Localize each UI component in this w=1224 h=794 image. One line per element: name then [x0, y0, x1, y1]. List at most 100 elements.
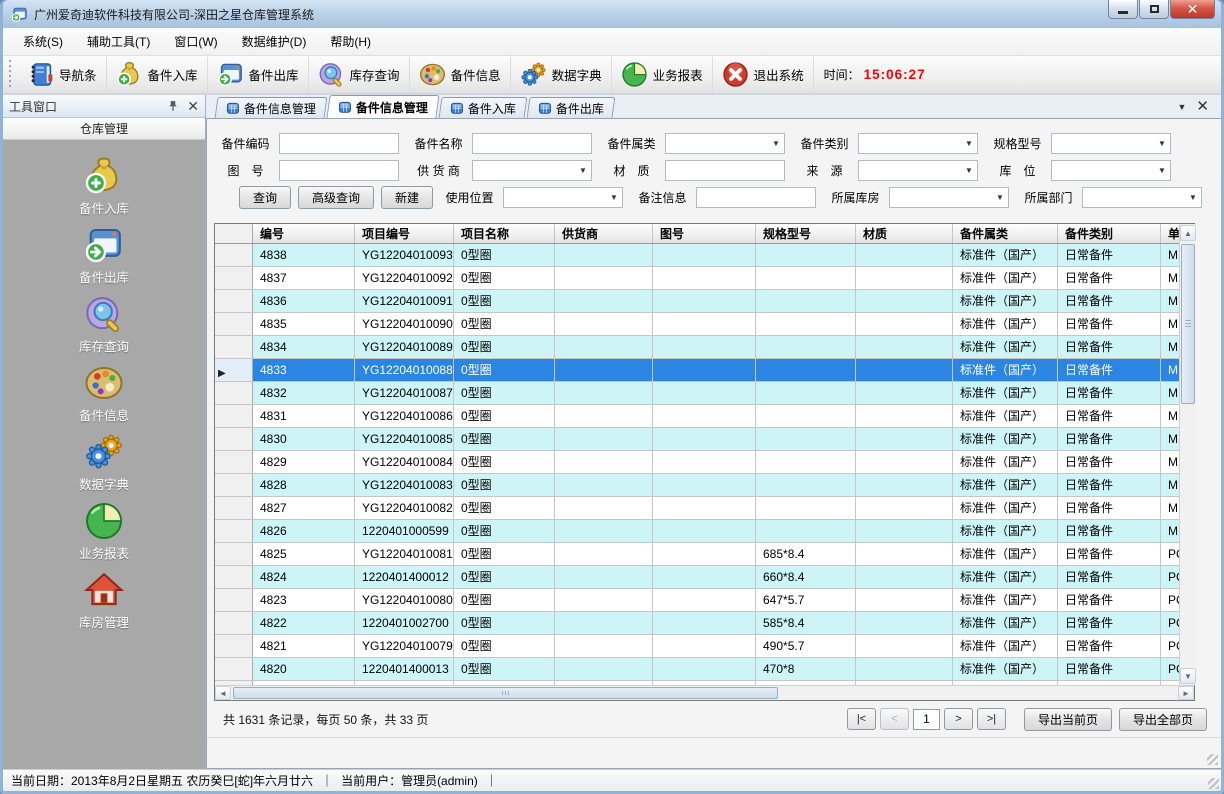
row-selector[interactable]: [215, 612, 253, 634]
dropdown-arrow-icon[interactable]: ▼: [961, 134, 977, 153]
export-current-page-button[interactable]: 导出当前页: [1024, 708, 1112, 731]
search-field-input[interactable]: [858, 160, 978, 181]
search-field-input[interactable]: [1051, 160, 1171, 181]
grid-header-cell[interactable]: 供货商: [555, 224, 653, 243]
row-selector[interactable]: [215, 244, 253, 266]
sidebar-item[interactable]: 业务报表: [44, 501, 164, 570]
toolbar-button[interactable]: 导航条: [18, 57, 106, 93]
table-row[interactable]: 4835 YG12204010090 0型圈 标准件（国产） 日常备件: [215, 313, 1179, 336]
chevron-down-icon[interactable]: ▼: [1178, 102, 1187, 112]
query-button[interactable]: 查询: [239, 186, 291, 209]
table-row[interactable]: 4833 YG12204010088 0型圈 标准件（国产） 日常备件: [215, 359, 1179, 382]
dropdown-arrow-icon[interactable]: ▼: [1185, 188, 1201, 207]
menu-item[interactable]: 系统(S): [11, 29, 75, 54]
document-tab[interactable]: 备件出库: [527, 97, 616, 118]
grid-header-cell[interactable]: 编号: [253, 224, 355, 243]
menu-item[interactable]: 数据维护(D): [230, 29, 319, 54]
row-selector[interactable]: [215, 589, 253, 611]
grid-header-cell[interactable]: 备件类别: [1058, 224, 1161, 243]
grid-header-cell[interactable]: 项目名称: [454, 224, 555, 243]
menu-item[interactable]: 窗口(W): [162, 29, 229, 54]
first-page-button[interactable]: |<: [847, 708, 876, 730]
table-row[interactable]: 4829 YG12204010084 0型圈 标准件（国产） 日常备件: [215, 451, 1179, 474]
row-selector[interactable]: [215, 290, 253, 312]
sidebar-item[interactable]: 备件信息: [44, 363, 164, 432]
toolbar-button[interactable]: 数据字典: [510, 57, 611, 93]
search-field-input[interactable]: [889, 187, 1009, 208]
grid-header-cell[interactable]: 备件属类: [953, 224, 1058, 243]
last-page-button[interactable]: >|: [977, 708, 1006, 730]
row-selector[interactable]: [215, 428, 253, 450]
export-all-pages-button[interactable]: 导出全部页: [1119, 708, 1207, 731]
table-row[interactable]: 4827 YG12204010082 0型圈 标准件（国产） 日常备件: [215, 497, 1179, 520]
minimize-button[interactable]: [1108, 0, 1138, 19]
row-selector[interactable]: [215, 543, 253, 565]
search-field-input[interactable]: [665, 160, 785, 181]
dropdown-arrow-icon[interactable]: ▼: [1154, 161, 1170, 180]
grid-header-cell[interactable]: 项目编号: [355, 224, 454, 243]
table-row[interactable]: 4838 YG12204010093 0型圈 标准件（国产） 日常备件: [215, 244, 1179, 267]
table-row[interactable]: 4837 YG12204010092 0型圈 标准件（国产） 日常备件: [215, 267, 1179, 290]
table-row[interactable]: 4822 1220401002700 0型圈 585*8.4 标准件（国产）: [215, 612, 1179, 635]
row-selector[interactable]: [215, 497, 253, 519]
row-selector[interactable]: [215, 520, 253, 542]
grid-header-cell[interactable]: 规格型号: [756, 224, 856, 243]
table-row[interactable]: 4828 YG12204010083 0型圈 标准件（国产） 日常备件: [215, 474, 1179, 497]
row-selector[interactable]: [215, 635, 253, 657]
row-selector[interactable]: [215, 658, 253, 680]
toolbar-button[interactable]: 库存查询: [308, 57, 409, 93]
sidebar-item[interactable]: 库房管理: [44, 570, 164, 639]
search-field-input[interactable]: [1051, 133, 1171, 154]
row-selector[interactable]: [215, 336, 253, 358]
search-field-input[interactable]: [1082, 187, 1202, 208]
dropdown-arrow-icon[interactable]: ▼: [961, 161, 977, 180]
table-row[interactable]: 4836 YG12204010091 0型圈 标准件（国产） 日常备件: [215, 290, 1179, 313]
row-selector[interactable]: [215, 474, 253, 496]
search-field-input[interactable]: [696, 187, 816, 208]
row-selector[interactable]: [215, 405, 253, 427]
sidebar-close-icon[interactable]: ✕: [187, 99, 199, 113]
search-field-input[interactable]: [858, 133, 978, 154]
scroll-up-icon[interactable]: ▲: [1180, 225, 1196, 241]
close-button[interactable]: ✕: [1170, 0, 1215, 19]
grid-header-cell[interactable]: 材质: [856, 224, 953, 243]
toolbar-button[interactable]: 备件出库: [207, 57, 308, 93]
table-row[interactable]: 4820 1220401400013 0型圈 470*8 标准件（国产）: [215, 658, 1179, 681]
toolbar-button[interactable]: 业务报表: [611, 57, 712, 93]
row-selector[interactable]: [215, 566, 253, 588]
table-row[interactable]: 4823 YG12204010080 0型圈 647*5.7 标准件（国产）: [215, 589, 1179, 612]
pin-icon[interactable]: [167, 100, 179, 112]
new-button[interactable]: 新建: [381, 186, 433, 209]
resize-grip-icon[interactable]: [1208, 778, 1219, 789]
search-field-input[interactable]: [503, 187, 623, 208]
table-row[interactable]: 4834 YG12204010089 0型圈 标准件（国产） 日常备件: [215, 336, 1179, 359]
toolbar-drag-grip[interactable]: [8, 60, 15, 90]
tab-close-icon[interactable]: ✕: [1196, 99, 1209, 114]
document-tab[interactable]: 备件信息管理: [215, 97, 328, 118]
resize-grip-icon[interactable]: [1207, 754, 1218, 765]
scroll-down-icon[interactable]: ▼: [1180, 668, 1196, 684]
dropdown-arrow-icon[interactable]: ▼: [606, 188, 622, 207]
grid-header-cell[interactable]: 图号: [653, 224, 756, 243]
row-selector[interactable]: [215, 451, 253, 473]
search-field-input[interactable]: [665, 133, 785, 154]
search-field-input[interactable]: [279, 133, 399, 154]
menu-item[interactable]: 帮助(H): [318, 29, 383, 54]
search-field-input[interactable]: [472, 133, 592, 154]
sidebar-item[interactable]: 库存查询: [44, 294, 164, 363]
toolbar-button[interactable]: 备件入库: [106, 57, 207, 93]
table-row[interactable]: 4831 YG12204010086 0型圈 标准件（国产） 日常备件: [215, 405, 1179, 428]
prev-page-button[interactable]: <: [880, 708, 909, 730]
vertical-scrollbar-thumb[interactable]: [1181, 244, 1195, 404]
row-selector[interactable]: [215, 359, 253, 381]
dropdown-arrow-icon[interactable]: ▼: [575, 161, 591, 180]
sidebar-item[interactable]: 备件出库: [44, 225, 164, 294]
row-selector[interactable]: [215, 681, 253, 685]
search-field-input[interactable]: [279, 160, 399, 181]
menu-item[interactable]: 辅助工具(T): [75, 29, 162, 54]
toolbar-button[interactable]: 退出系统: [712, 57, 813, 93]
page-number-input[interactable]: [913, 709, 940, 730]
sidebar-item[interactable]: 数据字典: [44, 432, 164, 501]
table-row[interactable]: 4830 YG12204010085 0型圈 标准件（国产） 日常备件: [215, 428, 1179, 451]
vertical-scrollbar[interactable]: ▲ ▼: [1179, 224, 1196, 685]
